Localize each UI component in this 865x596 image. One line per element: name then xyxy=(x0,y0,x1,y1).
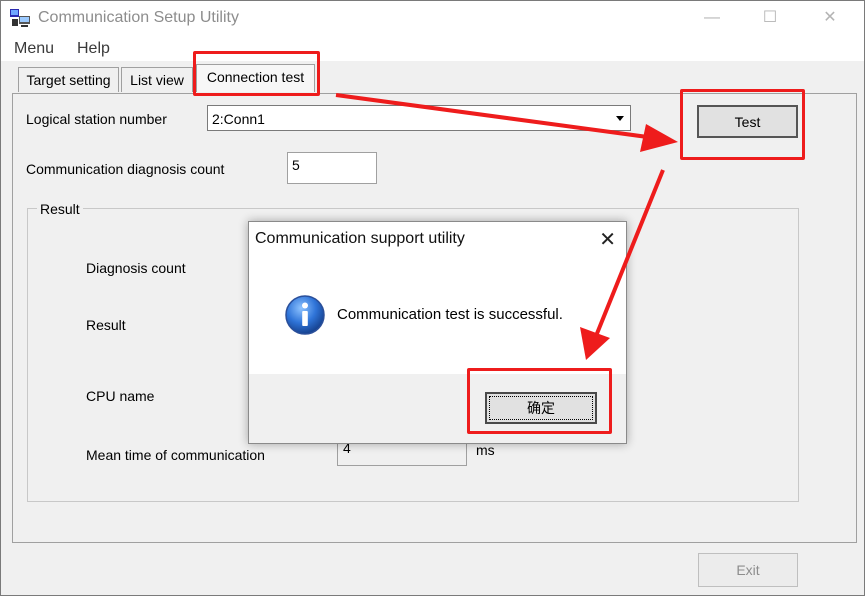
tab-list-view[interactable]: List view xyxy=(121,67,193,92)
logical-station-value: 2:Conn1 xyxy=(212,111,265,127)
menu-item-help[interactable]: Help xyxy=(77,40,110,58)
dialog-title: Communication support utility xyxy=(255,230,465,247)
dialog-footer: 确定 xyxy=(249,374,626,443)
tab-connection-test[interactable]: Connection test xyxy=(196,64,315,92)
info-icon xyxy=(285,295,325,335)
mean-time-unit: ms xyxy=(476,442,495,458)
logical-station-select[interactable]: 2:Conn1 xyxy=(207,105,631,131)
maximize-button[interactable]: ☐ xyxy=(755,6,785,30)
diagnosis-count-label: Diagnosis count xyxy=(86,260,186,276)
close-button[interactable]: ✕ xyxy=(815,6,845,30)
dialog-close-icon[interactable]: ✕ xyxy=(599,227,616,252)
cpu-name-label: CPU name xyxy=(86,388,155,404)
diag-count-input[interactable]: 5 xyxy=(287,152,377,184)
menu-bar: Menu Help xyxy=(1,35,864,61)
tab-target-setting[interactable]: Target setting xyxy=(18,67,119,92)
diag-count-label: Communication diagnosis count xyxy=(26,161,225,177)
dialog-message: Communication test is successful. xyxy=(337,306,563,323)
minimize-button[interactable]: — xyxy=(697,6,727,30)
dropdown-button[interactable] xyxy=(611,107,629,129)
exit-button[interactable]: Exit xyxy=(698,553,798,587)
menu-item-menu[interactable]: Menu xyxy=(14,40,54,58)
success-dialog: Communication support utility ✕ Communic… xyxy=(248,221,627,444)
window-title: Communication Setup Utility xyxy=(38,9,239,26)
result-label: Result xyxy=(86,317,126,333)
app-icon xyxy=(10,9,30,27)
mean-time-label: Mean time of communication xyxy=(86,447,265,463)
ok-button[interactable]: 确定 xyxy=(485,392,597,424)
test-button[interactable]: Test xyxy=(697,105,798,138)
logical-station-label: Logical station number xyxy=(26,111,167,127)
chevron-down-icon xyxy=(616,116,624,121)
title-bar: Communication Setup Utility — ☐ ✕ xyxy=(1,1,864,35)
result-group-title: Result xyxy=(37,201,83,217)
